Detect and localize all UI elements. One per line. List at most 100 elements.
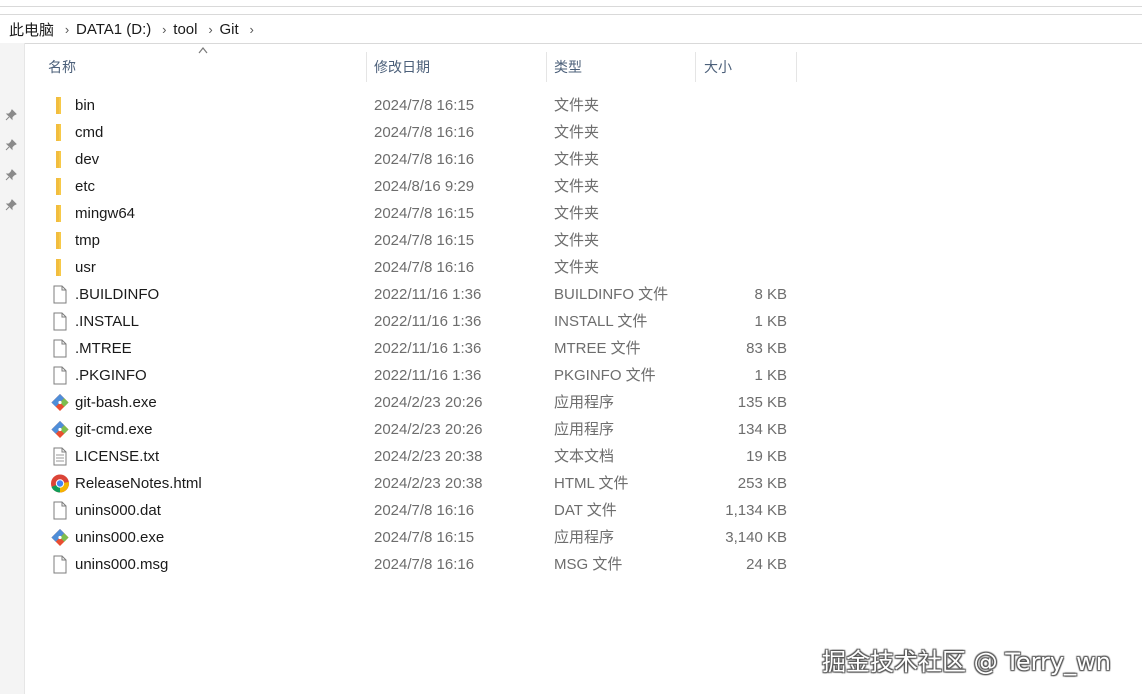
file-type: INSTALL 文件 bbox=[554, 313, 648, 330]
file-icon bbox=[50, 501, 70, 520]
column-divider[interactable] bbox=[695, 52, 696, 82]
file-name[interactable]: usr bbox=[75, 254, 96, 281]
file-type: 文件夹 bbox=[554, 178, 600, 195]
file-row[interactable]: etc 2024/8/16 9:29 文件夹 bbox=[24, 173, 1142, 200]
file-name[interactable]: git-cmd.exe bbox=[75, 416, 153, 443]
git-icon bbox=[50, 420, 70, 439]
file-row[interactable]: unins000.exe 2024/7/8 16:15 应用程序 3,140 KB bbox=[24, 524, 1142, 551]
file-type: DAT 文件 bbox=[554, 502, 617, 519]
column-divider[interactable] bbox=[796, 52, 797, 82]
file-name[interactable]: unins000.exe bbox=[75, 524, 164, 551]
file-modified-date: 2022/11/16 1:36 bbox=[374, 340, 482, 357]
file-size bbox=[704, 227, 787, 254]
column-header-date[interactable]: 修改日期 bbox=[374, 52, 430, 82]
file-name[interactable]: git-bash.exe bbox=[75, 389, 157, 416]
file-name[interactable]: unins000.msg bbox=[75, 551, 168, 578]
file-modified-date: 2022/11/16 1:36 bbox=[374, 367, 482, 384]
file-row[interactable]: unins000.msg 2024/7/8 16:16 MSG 文件 24 KB bbox=[24, 551, 1142, 578]
file-row[interactable]: bin 2024/7/8 16:15 文件夹 bbox=[24, 92, 1142, 119]
file-size bbox=[704, 146, 787, 173]
file-size: 3,140 KB bbox=[725, 529, 787, 546]
file-modified-date: 2024/2/23 20:26 bbox=[374, 394, 483, 411]
file-row[interactable]: .INSTALL 2022/11/16 1:36 INSTALL 文件 1 KB bbox=[24, 308, 1142, 335]
file-size: 8 KB bbox=[754, 286, 787, 303]
file-modified-date: 2024/7/8 16:16 bbox=[374, 151, 475, 168]
file-row[interactable]: dev 2024/7/8 16:16 文件夹 bbox=[24, 146, 1142, 173]
file-type: 文件夹 bbox=[554, 97, 600, 114]
file-row[interactable]: usr 2024/7/8 16:16 文件夹 bbox=[24, 254, 1142, 281]
file-modified-date: 2024/7/8 16:16 bbox=[374, 124, 475, 141]
file-row[interactable]: tmp 2024/7/8 16:15 文件夹 bbox=[24, 227, 1142, 254]
file-modified-date: 2024/2/23 20:38 bbox=[374, 448, 483, 465]
file-type: 文本文档 bbox=[554, 448, 615, 465]
file-row[interactable]: .PKGINFO 2022/11/16 1:36 PKGINFO 文件 1 KB bbox=[24, 362, 1142, 389]
file-row[interactable]: .BUILDINFO 2022/11/16 1:36 BUILDINFO 文件 8 K… bbox=[24, 281, 1142, 308]
column-header-size[interactable]: 大小 bbox=[704, 52, 732, 82]
breadcrumb-item-git[interactable]: Git bbox=[219, 21, 242, 38]
file-name[interactable]: LICENSE.txt bbox=[75, 443, 159, 470]
folder-icon bbox=[50, 231, 70, 250]
navigation-pane bbox=[0, 43, 25, 694]
folder-icon bbox=[50, 96, 70, 115]
watermark-text: 掘金技术社区 @ Terry_wn bbox=[822, 648, 1111, 676]
file-type: MTREE 文件 bbox=[554, 340, 641, 357]
file-size bbox=[704, 254, 787, 281]
file-row[interactable]: git-bash.exe 2024/2/23 20:26 应用程序 135 KB bbox=[24, 389, 1142, 416]
breadcrumb-item-drive[interactable]: DATA1 (D:) bbox=[76, 21, 155, 38]
file-size: 134 KB bbox=[737, 421, 787, 438]
file-type: 应用程序 bbox=[554, 421, 615, 438]
file-row[interactable]: LICENSE.txt 2024/2/23 20:38 文本文档 19 KB bbox=[24, 443, 1142, 470]
chevron-right-icon[interactable]: › bbox=[155, 22, 173, 37]
file-name[interactable]: unins000.dat bbox=[75, 497, 161, 524]
file-name[interactable]: .MTREE bbox=[75, 335, 132, 362]
column-header-name[interactable]: 名称 bbox=[48, 52, 76, 82]
file-modified-date: 2022/11/16 1:36 bbox=[374, 313, 482, 330]
file-name[interactable]: mingw64 bbox=[75, 200, 135, 227]
file-modified-date: 2024/7/8 16:16 bbox=[374, 259, 475, 276]
breadcrumb-item-tool[interactable]: tool bbox=[173, 21, 201, 38]
file-type: MSG 文件 bbox=[554, 556, 623, 573]
pin-icon[interactable] bbox=[5, 139, 17, 151]
file-row[interactable]: .MTREE 2022/11/16 1:36 MTREE 文件 83 KB bbox=[24, 335, 1142, 362]
file-name[interactable]: .BUILDINFO bbox=[75, 281, 159, 308]
file-modified-date: 2024/7/8 16:15 bbox=[374, 97, 475, 114]
file-name[interactable]: .INSTALL bbox=[75, 308, 139, 335]
chevron-right-icon[interactable]: › bbox=[58, 22, 76, 37]
file-modified-date: 2024/7/8 16:15 bbox=[374, 232, 475, 249]
file-name[interactable]: ReleaseNotes.html bbox=[75, 470, 202, 497]
file-name[interactable]: cmd bbox=[75, 119, 103, 146]
file-name[interactable]: tmp bbox=[75, 227, 100, 254]
folder-icon bbox=[50, 123, 70, 142]
address-bar-breadcrumb[interactable]: 此电脑 › DATA1 (D:) › tool › Git › bbox=[0, 14, 1142, 44]
file-icon bbox=[50, 366, 70, 385]
file-row[interactable]: git-cmd.exe 2024/2/23 20:26 应用程序 134 KB bbox=[24, 416, 1142, 443]
chevron-right-icon[interactable]: › bbox=[243, 22, 261, 37]
file-icon bbox=[50, 285, 70, 304]
file-name[interactable]: .PKGINFO bbox=[75, 362, 147, 389]
file-type: HTML 文件 bbox=[554, 475, 629, 492]
column-header-type[interactable]: 类型 bbox=[554, 52, 582, 82]
file-type: 文件夹 bbox=[554, 205, 600, 222]
folder-icon bbox=[50, 258, 70, 277]
column-divider[interactable] bbox=[366, 52, 367, 82]
file-size: 1 KB bbox=[754, 367, 787, 384]
file-modified-date: 2024/7/8 16:15 bbox=[374, 205, 475, 222]
file-row[interactable]: cmd 2024/7/8 16:16 文件夹 bbox=[24, 119, 1142, 146]
file-name[interactable]: dev bbox=[75, 146, 99, 173]
column-divider[interactable] bbox=[546, 52, 547, 82]
pin-icon[interactable] bbox=[5, 169, 17, 181]
chevron-right-icon[interactable]: › bbox=[201, 22, 219, 37]
breadcrumb-item-this-pc[interactable]: 此电脑 bbox=[0, 19, 58, 40]
file-name[interactable]: etc bbox=[75, 173, 95, 200]
file-row[interactable]: mingw64 2024/7/8 16:15 文件夹 bbox=[24, 200, 1142, 227]
file-row[interactable]: ReleaseNotes.html 2024/2/23 20:38 HTML 文件 2… bbox=[24, 470, 1142, 497]
file-list: bin 2024/7/8 16:15 文件夹 cmd 2024/7/8 16:16 文件夹… bbox=[24, 92, 1142, 578]
file-type: 文件夹 bbox=[554, 124, 600, 141]
folder-icon bbox=[50, 177, 70, 196]
file-row[interactable]: unins000.dat 2024/7/8 16:16 DAT 文件 1,134 KB bbox=[24, 497, 1142, 524]
pin-icon[interactable] bbox=[5, 199, 17, 211]
file-type: BUILDINFO 文件 bbox=[554, 286, 669, 303]
file-name[interactable]: bin bbox=[75, 92, 95, 119]
folder-icon bbox=[50, 204, 70, 223]
pin-icon[interactable] bbox=[5, 109, 17, 121]
